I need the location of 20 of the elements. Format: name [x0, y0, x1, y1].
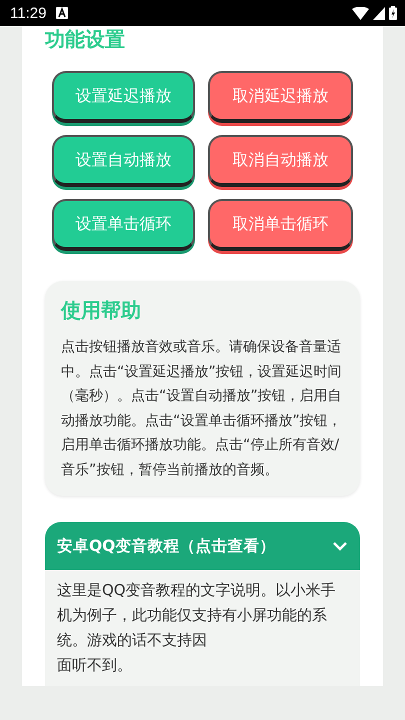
- set-button[interactable]: 设置自动播放: [52, 135, 195, 187]
- help-text: 点击按钮播放音效或音乐。请确保设备音量适中。点击“设置延迟播放”按钮，设置延迟时间（毫秒）。点击“设置自动播放”按钮，启用自动播放功能。点击“设置单击循环播放”按钮，启用单击循环播放功能。点击“停止所有音效/音乐”按钮，暂停当前播放的音频。: [61, 338, 343, 480]
- battery-icon: [389, 6, 397, 20]
- wifi-icon: [352, 6, 369, 20]
- tutorial-text-line: 这里是QQ变音教程的文字说明。以小米手: [57, 580, 337, 601]
- signal-icon: [373, 6, 385, 20]
- cancel-button[interactable]: 取消自动播放: [208, 135, 353, 187]
- tutorial-title: 安卓QQ变音教程（点击查看）: [57, 536, 276, 556]
- cancel-button[interactable]: 取消单击循环: [208, 199, 353, 251]
- tutorial-text-line: 面听不到。: [57, 655, 133, 676]
- set-button[interactable]: 设置延迟播放: [52, 71, 195, 123]
- status-time: 11:29: [10, 4, 46, 22]
- section-title: 功能设置: [45, 26, 126, 51]
- notification-icon: [56, 7, 68, 19]
- cancel-button[interactable]: 取消延迟播放: [208, 71, 353, 123]
- tutorial-header[interactable]: 安卓QQ变音教程（点击查看）: [45, 522, 360, 570]
- set-button[interactable]: 设置单击循环: [52, 199, 195, 251]
- tutorial-text-line: 机为例子，此功能仅支持有小屏功能的系: [57, 605, 328, 626]
- tutorial-text-line: 统。游戏的话不支持因: [57, 630, 208, 651]
- help-title: 使用帮助: [61, 297, 142, 324]
